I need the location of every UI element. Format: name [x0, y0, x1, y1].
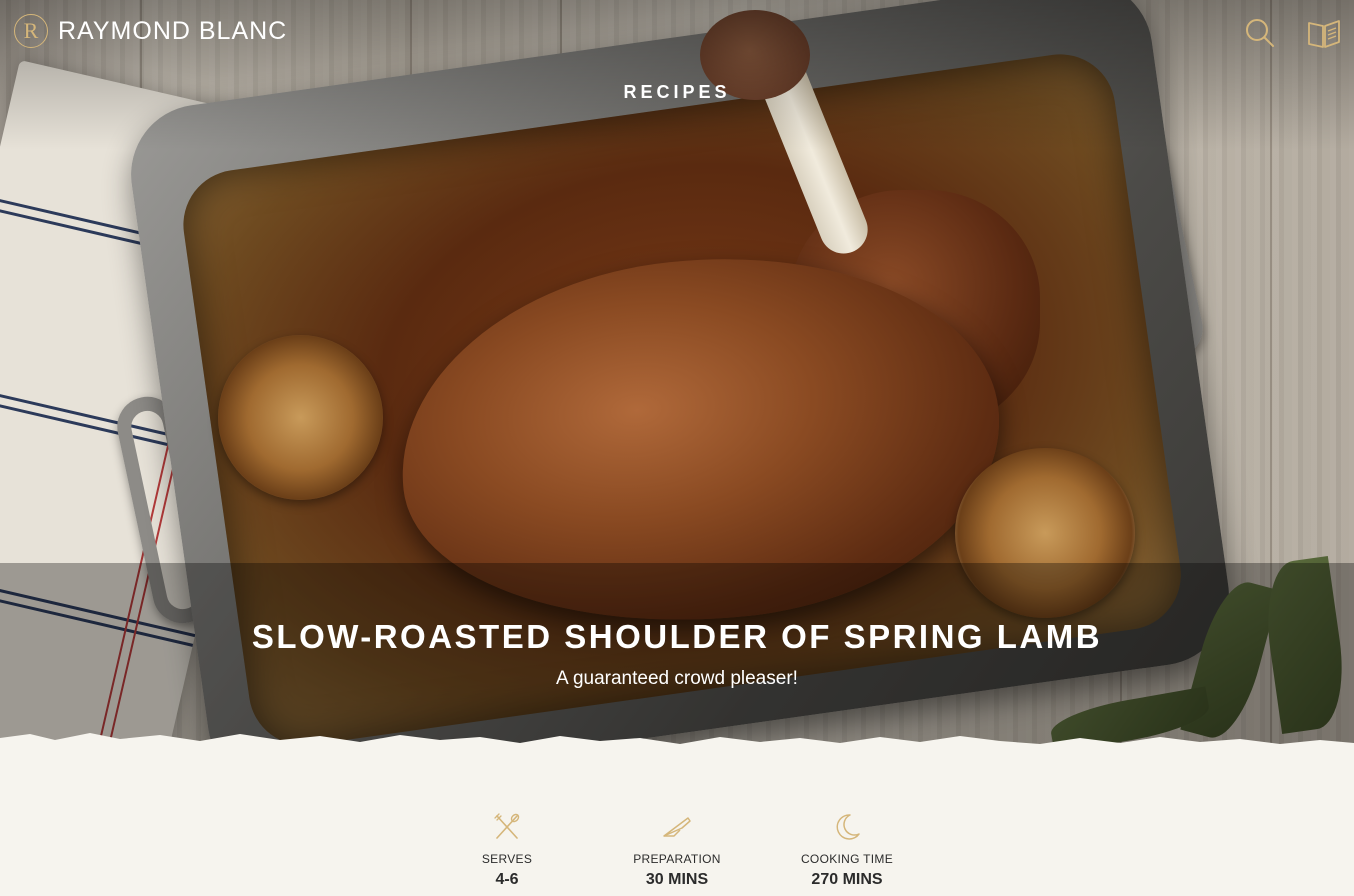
recipe-title: SLOW-ROASTED SHOULDER OF SPRING LAMB	[251, 618, 1103, 655]
roasted-garlic	[218, 335, 383, 500]
torn-paper-edge	[0, 733, 1354, 768]
search-icon[interactable]	[1243, 16, 1277, 50]
moon-icon	[836, 814, 860, 840]
stat-value: 30 MINS	[645, 871, 709, 888]
recipe-stats: SERVES 4-6 PREPARATION 30 MINS COOKING T…	[0, 812, 1354, 896]
stat-preparation: PREPARATION 30 MINS	[597, 812, 757, 889]
stat-label: PREPARATION	[633, 852, 721, 866]
brand-logo-icon: R	[14, 14, 48, 48]
stat-cooking-time: COOKING TIME 270 MINS	[767, 812, 927, 889]
section-label[interactable]: RECIPES	[0, 82, 1354, 103]
knife-icon	[663, 817, 691, 837]
stat-value: 270 MINS	[811, 871, 883, 888]
stat-label: COOKING TIME	[800, 852, 894, 866]
stat-label: SERVES	[481, 852, 533, 866]
recipe-subtitle: A guaranteed crowd pleaser!	[556, 668, 798, 689]
brand-name: RAYMOND BLANC	[58, 16, 288, 45]
stat-serves: SERVES 4-6	[427, 812, 587, 889]
book-icon[interactable]	[1306, 16, 1342, 50]
cutlery-icon	[494, 813, 520, 839]
brand-home-link[interactable]: R RAYMOND BLANC	[14, 14, 287, 48]
stat-value: 4-6	[495, 871, 519, 888]
